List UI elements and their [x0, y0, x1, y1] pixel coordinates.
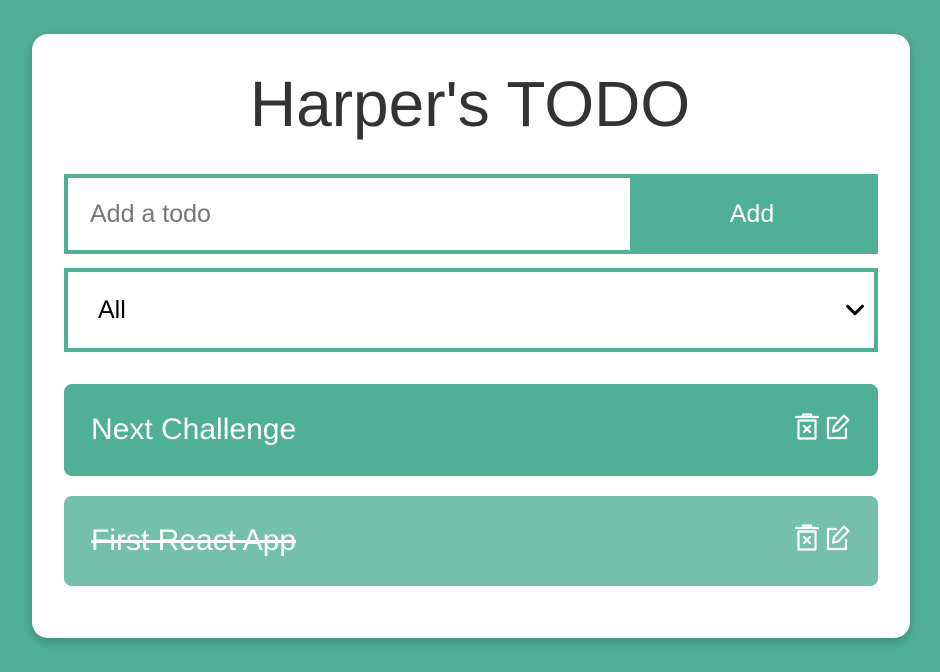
trash-icon[interactable] — [794, 413, 820, 441]
trash-icon[interactable] — [794, 524, 820, 552]
filter-selected-value: All — [98, 295, 126, 324]
add-button[interactable]: Add — [630, 178, 874, 250]
add-todo-form: Add — [64, 174, 878, 254]
todo-item: Next Challenge — [64, 384, 878, 476]
todo-actions — [794, 413, 850, 441]
edit-icon[interactable] — [824, 524, 850, 552]
todo-actions — [794, 524, 850, 552]
todo-item-text[interactable]: First React App — [91, 524, 296, 558]
page-title: Harper's TODO — [249, 68, 691, 140]
todo-item: First React App — [64, 496, 878, 586]
add-todo-input[interactable] — [68, 178, 630, 250]
edit-icon[interactable] — [824, 413, 850, 441]
todo-item-text[interactable]: Next Challenge — [91, 413, 296, 447]
chevron-down-icon — [846, 304, 864, 316]
filter-select[interactable]: All — [64, 268, 878, 352]
